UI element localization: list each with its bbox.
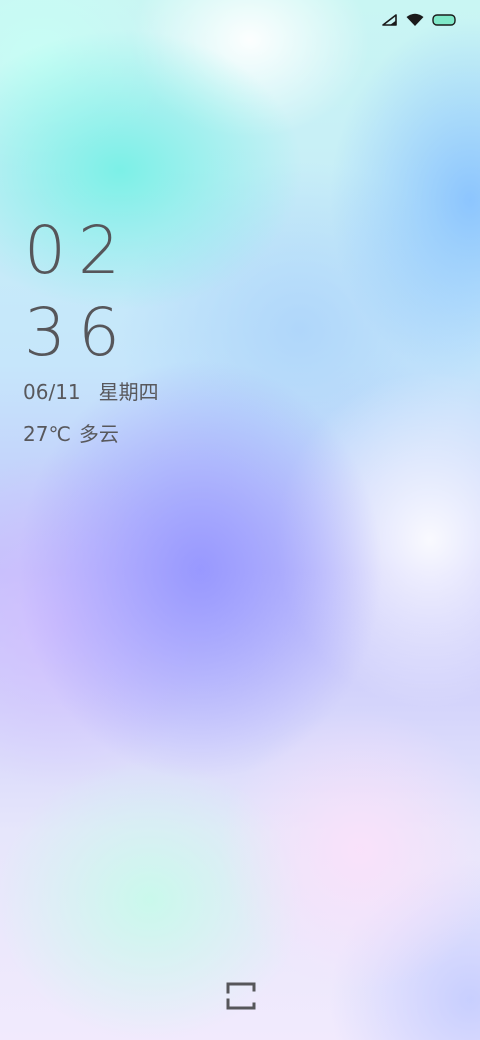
weekday-text: 星期四 <box>98 380 159 404</box>
status-bar <box>382 10 456 30</box>
lock-clock: 02 36 <box>24 210 132 374</box>
date-line: 06/11 星期四 <box>23 378 159 406</box>
weather-condition-text: 多云 <box>78 422 119 446</box>
temperature-text: 27℃ <box>23 422 71 446</box>
wallpaper <box>0 0 480 1040</box>
signal-icon <box>382 14 397 26</box>
weather-line: 27℃ 多云 <box>23 420 119 448</box>
wifi-icon <box>406 13 424 26</box>
date-text: 06/11 <box>23 380 81 404</box>
clock-hour: 02 <box>24 212 132 289</box>
battery-icon <box>432 14 456 26</box>
clock-minute: 36 <box>24 294 132 371</box>
shortcut-icon[interactable] <box>224 978 258 1012</box>
